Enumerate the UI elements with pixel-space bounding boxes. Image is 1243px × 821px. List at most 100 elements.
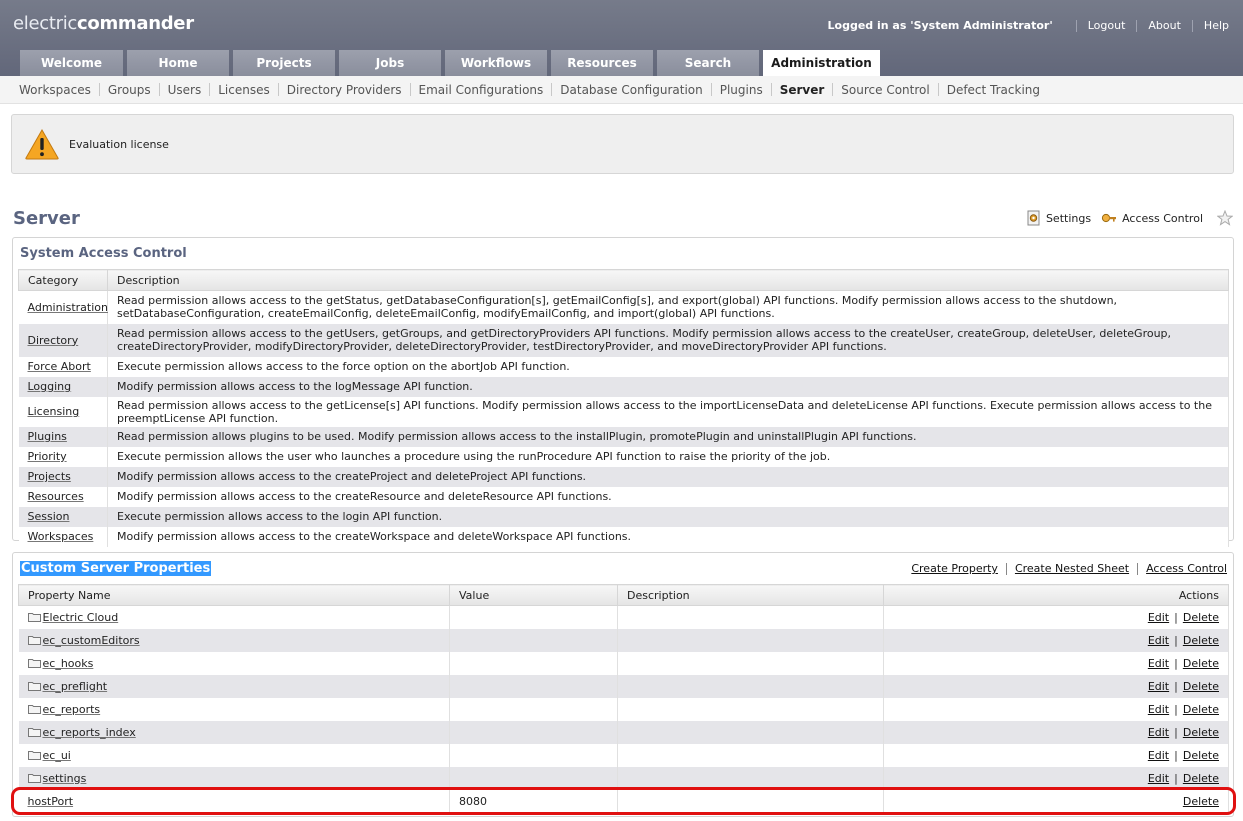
delete-link[interactable]: Delete <box>1183 703 1219 716</box>
property-value-cell <box>449 743 618 767</box>
settings-link[interactable]: Settings <box>1027 210 1091 226</box>
property-description-cell <box>617 697 884 721</box>
property-name-cell[interactable]: Electric Cloud <box>18 605 450 629</box>
property-name[interactable]: ec_preflight <box>43 680 108 693</box>
logout-link[interactable]: Logout <box>1088 19 1126 32</box>
property-name[interactable]: ec_ui <box>43 749 71 762</box>
property-value-cell <box>449 651 618 675</box>
property-description-cell <box>617 674 884 698</box>
category-cell[interactable]: Resources <box>18 486 108 507</box>
property-name[interactable]: Electric Cloud <box>43 611 119 624</box>
delete-link[interactable]: Delete <box>1183 611 1219 624</box>
category-cell[interactable]: Plugins <box>18 426 108 447</box>
top-header: electriccommander Logged in as 'System A… <box>0 0 1243 76</box>
divider <box>158 83 160 96</box>
edit-link[interactable]: Edit <box>1148 726 1169 739</box>
property-name[interactable]: hostPort <box>28 795 74 808</box>
subnav-server[interactable]: Server <box>780 83 825 97</box>
property-name-cell[interactable]: ec_preflight <box>18 674 450 698</box>
property-name[interactable]: ec_hooks <box>43 657 94 670</box>
favorite-star-icon[interactable] <box>1217 210 1233 226</box>
column-header-description[interactable]: Description <box>617 584 884 606</box>
divider <box>1137 562 1139 575</box>
help-link[interactable]: Help <box>1204 19 1229 32</box>
category-cell[interactable]: Priority <box>18 446 108 467</box>
property-name-cell[interactable]: settings <box>18 766 450 790</box>
property-name[interactable]: settings <box>43 772 87 785</box>
tab-search[interactable]: Search <box>657 50 759 76</box>
subnav-plugins[interactable]: Plugins <box>720 83 763 97</box>
subnav-database-configuration[interactable]: Database Configuration <box>560 83 702 97</box>
key-icon <box>1101 213 1117 223</box>
property-name-cell[interactable]: hostPort <box>18 789 450 813</box>
subnav-users[interactable]: Users <box>168 83 202 97</box>
delete-link[interactable]: Delete <box>1183 726 1219 739</box>
tab-welcome[interactable]: Welcome <box>20 50 123 76</box>
description-cell: Read permission allows access to the get… <box>107 396 1229 427</box>
property-actions-cell: Edit | Delete <box>883 720 1229 744</box>
folder-icon <box>27 612 41 622</box>
folder-icon <box>27 635 41 645</box>
subnav-groups[interactable]: Groups <box>108 83 151 97</box>
category-cell[interactable]: Licensing <box>18 396 108 427</box>
about-link[interactable]: About <box>1148 19 1181 32</box>
create-nested-sheet-link[interactable]: Create Nested Sheet <box>1015 562 1129 575</box>
subnav-directory-providers[interactable]: Directory Providers <box>287 83 402 97</box>
column-header-category[interactable]: Category <box>18 269 108 291</box>
category-cell[interactable]: Session <box>18 506 108 527</box>
property-name-cell[interactable]: ec_hooks <box>18 651 450 675</box>
property-name-cell[interactable]: ec_ui <box>18 743 450 767</box>
create-property-link[interactable]: Create Property <box>911 562 998 575</box>
property-value-cell <box>449 628 618 652</box>
tab-projects[interactable]: Projects <box>233 50 335 76</box>
column-header-property-name[interactable]: Property Name <box>18 584 450 606</box>
subnav-licenses[interactable]: Licenses <box>218 83 270 97</box>
property-name[interactable]: ec_reports <box>43 703 101 716</box>
delete-link[interactable]: Delete <box>1183 772 1219 785</box>
edit-link[interactable]: Edit <box>1148 703 1169 716</box>
delete-link[interactable]: Delete <box>1183 680 1219 693</box>
property-value-cell: 8080 <box>449 789 618 813</box>
subnav-email-configurations[interactable]: Email Configurations <box>419 83 544 97</box>
subnav-defect-tracking[interactable]: Defect Tracking <box>947 83 1040 97</box>
access-control-link[interactable]: Access Control <box>1101 211 1203 225</box>
property-name-cell[interactable]: ec_reports_index <box>18 720 450 744</box>
divider: | <box>1174 656 1178 670</box>
tab-home[interactable]: Home <box>127 50 229 76</box>
property-description-cell <box>617 628 884 652</box>
tab-jobs[interactable]: Jobs <box>339 50 441 76</box>
tab-workflows[interactable]: Workflows <box>445 50 547 76</box>
category-cell[interactable]: Logging <box>18 376 108 397</box>
delete-link[interactable]: Delete <box>1183 749 1219 762</box>
tab-resources[interactable]: Resources <box>551 50 653 76</box>
column-header-description[interactable]: Description <box>107 269 1229 291</box>
properties-access-control-link[interactable]: Access Control <box>1146 562 1227 575</box>
delete-link[interactable]: Delete <box>1183 795 1219 808</box>
edit-link[interactable]: Edit <box>1148 772 1169 785</box>
delete-link[interactable]: Delete <box>1183 657 1219 670</box>
tab-administration[interactable]: Administration <box>763 50 880 76</box>
category-cell[interactable]: Administration <box>18 290 108 324</box>
table-row: hostPort 8080 Delete <box>18 789 1229 813</box>
edit-link[interactable]: Edit <box>1148 634 1169 647</box>
edit-link[interactable]: Edit <box>1148 611 1169 624</box>
column-header-value[interactable]: Value <box>449 584 618 606</box>
category-cell[interactable]: Directory <box>18 323 108 357</box>
edit-link[interactable]: Edit <box>1148 749 1169 762</box>
table-row: ec_reports_index Edit | Delete <box>18 720 1229 744</box>
category-cell[interactable]: Projects <box>18 466 108 487</box>
category-cell[interactable]: Force Abort <box>18 356 108 377</box>
category-cell[interactable]: Workspaces <box>18 526 108 547</box>
edit-link[interactable]: Edit <box>1148 657 1169 670</box>
subnav-workspaces[interactable]: Workspaces <box>19 83 91 97</box>
app-logo[interactable]: electriccommander <box>13 13 194 34</box>
subnav-source-control[interactable]: Source Control <box>841 83 929 97</box>
edit-link[interactable]: Edit <box>1148 680 1169 693</box>
property-name-cell[interactable]: ec_reports <box>18 697 450 721</box>
delete-link[interactable]: Delete <box>1183 634 1219 647</box>
property-name-cell[interactable]: ec_customEditors <box>18 628 450 652</box>
property-name[interactable]: ec_reports_index <box>43 726 136 739</box>
property-actions-cell: Edit | Delete <box>883 674 1229 698</box>
property-name[interactable]: ec_customEditors <box>43 634 140 647</box>
divider <box>1075 19 1077 32</box>
